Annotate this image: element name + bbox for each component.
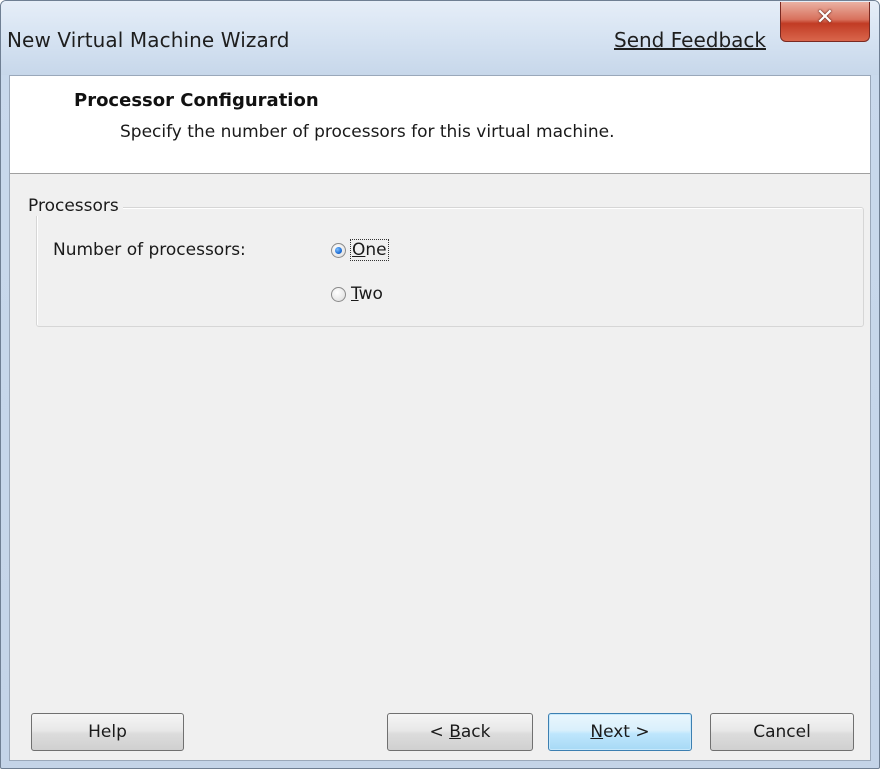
radio-option-two[interactable]: Two (331, 284, 383, 304)
send-feedback-link[interactable]: Send Feedback (614, 28, 766, 52)
close-icon: ✕ (815, 5, 835, 30)
radio-option-one[interactable]: One (331, 239, 389, 261)
wizard-window: New Virtual Machine Wizard Send Feedback… (0, 0, 880, 769)
radio-two-label[interactable]: Two (351, 284, 383, 304)
page-header: Processor Configuration Specify the numb… (10, 76, 870, 174)
number-of-processors-label: Number of processors: (53, 240, 246, 260)
wizard-body: Processor Configuration Specify the numb… (9, 75, 871, 761)
help-button[interactable]: Help (31, 713, 184, 751)
title-bar[interactable]: New Virtual Machine Wizard Send Feedback… (1, 1, 879, 75)
next-button[interactable]: Next > (548, 713, 692, 751)
radio-two-unchecked-icon[interactable] (331, 286, 346, 302)
window-title: New Virtual Machine Wizard (7, 28, 290, 52)
cancel-button[interactable]: Cancel (710, 713, 854, 751)
processors-group-label: Processors (26, 196, 123, 216)
close-button[interactable]: ✕ (780, 2, 870, 42)
processors-group (36, 207, 864, 327)
back-button[interactable]: < Back (387, 713, 533, 751)
radio-one-label[interactable]: One (350, 239, 389, 261)
radio-one-checked-icon[interactable] (331, 242, 346, 258)
page-subtitle: Specify the number of processors for thi… (120, 122, 615, 142)
page-title: Processor Configuration (74, 90, 319, 111)
